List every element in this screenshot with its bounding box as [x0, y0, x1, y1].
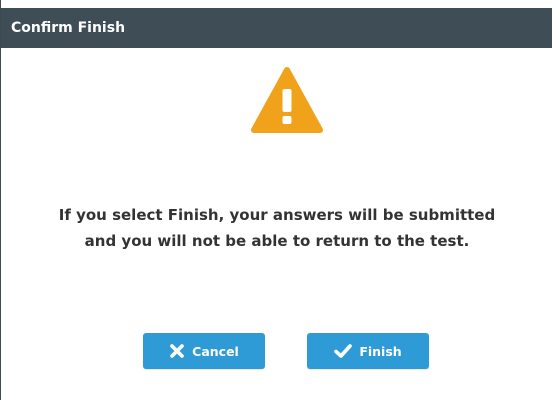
checkmark-icon [334, 344, 353, 358]
dialog-title: Confirm Finish [11, 20, 126, 36]
warning-triangle-icon [251, 67, 323, 133]
finish-button-label: Finish [359, 343, 402, 359]
confirm-finish-dialog: Confirm Finish If you select Finish, you… [0, 0, 552, 400]
confirmation-message: If you select Finish, your answers will … [1, 202, 552, 254]
finish-button[interactable]: Finish [307, 333, 429, 369]
cancel-button[interactable]: Cancel [143, 333, 265, 369]
message-line-2: and you will not be able to return to th… [84, 232, 470, 250]
cancel-button-label: Cancel [192, 343, 239, 359]
dialog-titlebar: Confirm Finish [1, 8, 552, 48]
x-mark-icon [170, 344, 184, 358]
message-line-1: If you select Finish, your answers will … [58, 206, 496, 224]
